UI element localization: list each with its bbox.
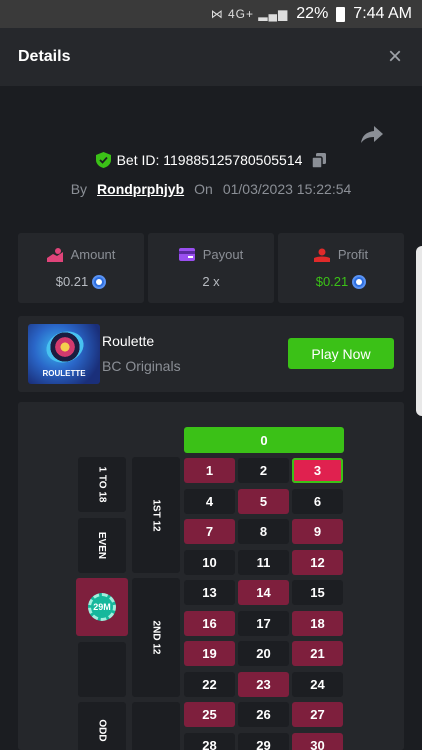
stat-profit: Profit $0.21 bbox=[278, 233, 404, 303]
side-bet-even[interactable]: EVEN bbox=[78, 518, 126, 573]
side-bet-1to18[interactable]: 1 TO 18 bbox=[78, 457, 126, 512]
profit-icon bbox=[313, 248, 330, 262]
number-cell-15[interactable]: 15 bbox=[292, 580, 343, 605]
side-label: EVEN bbox=[96, 531, 108, 560]
number-cell-14[interactable]: 14 bbox=[238, 580, 289, 605]
amount-label: Amount bbox=[70, 247, 116, 262]
profit-label: Profit bbox=[337, 247, 369, 262]
stat-value: $0.21 bbox=[316, 274, 367, 289]
side-bet-odd[interactable]: ODD bbox=[78, 702, 126, 750]
number-cell-4[interactable]: 4 bbox=[184, 488, 235, 514]
stat-label: Payout bbox=[178, 247, 244, 262]
dozen-bet-2nd[interactable]: 2ND 12 bbox=[132, 578, 180, 697]
number-cell-20[interactable]: 20 bbox=[238, 641, 289, 666]
status-bar: ⋈ 4G+ ▂▄▆ 22% 7:44 AM bbox=[0, 0, 422, 28]
amount-value: $0.21 bbox=[55, 274, 89, 289]
battery-percent: 22% bbox=[296, 5, 329, 22]
clock: 7:44 AM bbox=[353, 5, 412, 22]
number-cell-12[interactable]: 12 bbox=[292, 549, 343, 575]
number-cell-27[interactable]: 27 bbox=[292, 702, 343, 727]
number-cell-24[interactable]: 24 bbox=[292, 671, 343, 697]
details-panel: Bet ID: 119885125780505514 By Rondprphjy… bbox=[0, 86, 422, 750]
battery-icon bbox=[336, 6, 346, 22]
dozen-label: 1ST 12 bbox=[150, 498, 162, 532]
coin-icon bbox=[92, 274, 107, 289]
game-thumbnail[interactable]: ROULETTE bbox=[28, 324, 100, 384]
game-provider: BC Originals bbox=[102, 358, 181, 374]
stat-label: Profit bbox=[313, 247, 369, 262]
thumbnail-label: ROULETTE bbox=[42, 369, 86, 378]
username-link[interactable]: Rondprphjyb bbox=[97, 181, 184, 197]
close-icon[interactable]: × bbox=[388, 45, 402, 69]
shield-check-icon bbox=[95, 152, 111, 168]
details-header: Details × bbox=[0, 28, 422, 86]
scrollbar[interactable] bbox=[416, 246, 422, 416]
number-cell-7[interactable]: 7 bbox=[184, 519, 235, 544]
on-label: On bbox=[194, 181, 213, 197]
number-cell-2[interactable]: 2 bbox=[238, 458, 289, 483]
number-cell-10[interactable]: 10 bbox=[184, 549, 235, 575]
side-bet-black[interactable] bbox=[78, 642, 126, 697]
number-cell-30[interactable]: 30 bbox=[292, 732, 343, 750]
signal-icons: ⋈ 4G+ ▂▄▆ bbox=[210, 7, 289, 21]
number-cell-26[interactable]: 26 bbox=[238, 702, 289, 727]
dozen-bet-1st[interactable]: 1ST 12 bbox=[132, 457, 180, 573]
game-card: ROULETTE Roulette BC Originals Play Now bbox=[18, 316, 404, 392]
game-name: Roulette bbox=[102, 333, 155, 349]
share-icon[interactable] bbox=[360, 124, 384, 144]
payout-label: Payout bbox=[202, 247, 244, 262]
number-cell-0[interactable]: 0 bbox=[184, 427, 344, 453]
copy-icon[interactable] bbox=[312, 152, 327, 168]
number-cell-17[interactable]: 17 bbox=[238, 610, 289, 636]
number-cell-9[interactable]: 9 bbox=[292, 519, 343, 544]
chip-icon: 29M bbox=[88, 593, 116, 621]
side-label: ODD bbox=[96, 718, 108, 742]
profit-value: $0.21 bbox=[315, 274, 349, 289]
roulette-wheel-icon bbox=[42, 326, 88, 368]
stats-row: Amount $0.21 Payout 2 x Profit $0.21 bbox=[18, 233, 404, 303]
number-cell-16[interactable]: 16 bbox=[184, 610, 235, 636]
number-cell-11[interactable]: 11 bbox=[238, 549, 289, 575]
stat-amount: Amount $0.21 bbox=[18, 233, 144, 303]
number-cell-29[interactable]: 29 bbox=[238, 732, 289, 750]
number-cell-18[interactable]: 18 bbox=[292, 610, 343, 636]
number-cell-22[interactable]: 22 bbox=[184, 671, 235, 697]
dozen-label: 2ND 12 bbox=[150, 620, 162, 655]
stat-label: Amount bbox=[46, 247, 116, 262]
number-cell-21[interactable]: 21 bbox=[292, 641, 343, 666]
dozen-bet-3rd[interactable]: 3 bbox=[132, 702, 180, 750]
number-cell-19[interactable]: 19 bbox=[184, 641, 235, 666]
number-cell-1[interactable]: 1 bbox=[184, 458, 235, 483]
amount-icon bbox=[46, 247, 63, 262]
page-title: Details bbox=[18, 48, 71, 65]
bet-datetime: 01/03/2023 15:22:54 bbox=[222, 181, 352, 197]
coin-icon bbox=[352, 274, 367, 289]
number-cell-25[interactable]: 25 bbox=[184, 702, 235, 727]
number-cell-13[interactable]: 13 bbox=[184, 580, 235, 605]
number-cell-8[interactable]: 8 bbox=[238, 519, 289, 544]
number-cell-23[interactable]: 23 bbox=[238, 671, 289, 697]
bet-meta-row: By Rondprphjyb On 01/03/2023 15:22:54 bbox=[0, 181, 422, 197]
roulette-board: 0 1 TO 18 EVEN 29M ODD 1ST 12 2ND 12 3 1… bbox=[18, 402, 404, 750]
stat-payout: Payout 2 x bbox=[148, 233, 274, 303]
number-cell-28[interactable]: 28 bbox=[184, 732, 235, 750]
payout-icon bbox=[178, 248, 195, 261]
stat-value: 2 x bbox=[202, 274, 219, 289]
number-cell-3[interactable]: 3 bbox=[292, 458, 343, 483]
number-cell-5[interactable]: 5 bbox=[238, 488, 289, 514]
payout-value: 2 x bbox=[202, 274, 220, 289]
number-cell-6[interactable]: 6 bbox=[292, 488, 343, 514]
side-label: 1 TO 18 bbox=[96, 466, 108, 503]
stat-value: $0.21 bbox=[56, 274, 107, 289]
side-bet-red[interactable]: 29M bbox=[76, 578, 128, 636]
bet-id: Bet ID: 119885125780505514 bbox=[116, 152, 303, 168]
bet-id-row: Bet ID: 119885125780505514 bbox=[0, 152, 422, 168]
play-now-button[interactable]: Play Now bbox=[288, 338, 394, 369]
by-label: By bbox=[70, 181, 88, 197]
